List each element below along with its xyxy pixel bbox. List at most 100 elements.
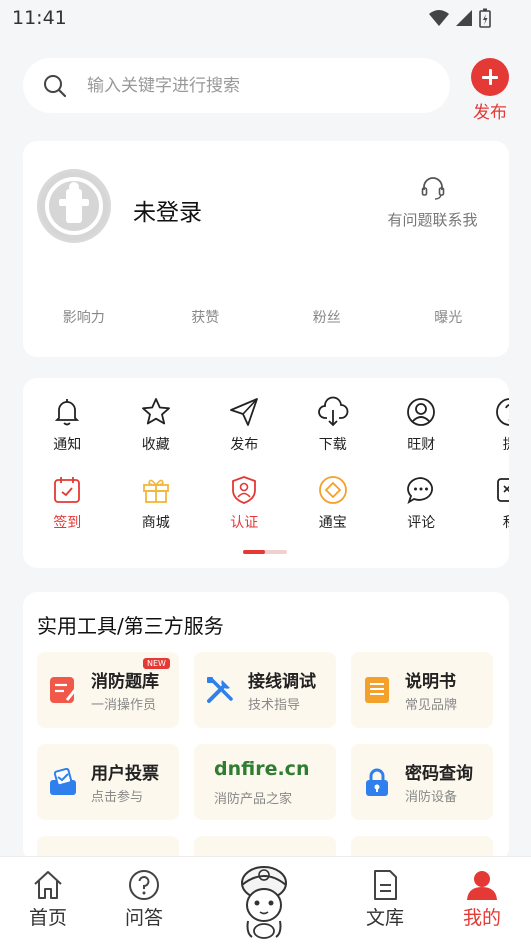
document-icon [374, 870, 397, 900]
coin-icon [318, 476, 347, 504]
status-icons [429, 8, 491, 28]
feature-grid: 通知 收藏 发布 下载 旺财 提 [23, 396, 509, 552]
stat-likes[interactable]: 获赞 [145, 307, 267, 327]
tool-subtitle: 技术指导 [248, 698, 301, 713]
search-input[interactable] [87, 75, 407, 96]
dnfire-logo: dnfire.cn [214, 758, 310, 780]
wifi-icon [429, 10, 449, 26]
stat-exposure[interactable]: 曝光 [388, 307, 510, 327]
feature-label: 提 [466, 434, 509, 454]
profile-stats: 影响力 获赞 粉丝 曝光 [23, 307, 509, 327]
tools-title: 实用工具/第三方服务 [37, 614, 224, 638]
contact-help-button[interactable]: 有问题联系我 [375, 175, 490, 230]
question-icon [495, 398, 509, 426]
user-icon [467, 871, 497, 900]
nav-label: 文库 [365, 907, 404, 929]
new-badge: NEW [143, 658, 170, 669]
bell-icon [55, 399, 80, 426]
feature-row: 签到 商城 认证 通宝 评论 私 [23, 474, 509, 552]
tool-subtitle: 一消操作员 [91, 698, 157, 713]
nav-qa[interactable]: 问答 [114, 869, 174, 930]
feature-checkin[interactable]: 签到 [23, 474, 112, 552]
bottom-nav: 首页 问答 文库 我的 [0, 856, 531, 944]
tool-fire-quiz[interactable]: 消防题库 一消操作员 NEW [37, 652, 179, 728]
tool-subtitle: 点击参与 [91, 790, 144, 805]
user-circle-icon [407, 398, 436, 426]
tool-manual[interactable]: 说明书 常见品牌 [351, 652, 493, 728]
calendar-check-icon [54, 477, 81, 503]
feature-wangcai[interactable]: 旺财 [377, 396, 466, 474]
avatar[interactable] [37, 169, 111, 243]
tool-subtitle: 常见品牌 [405, 698, 458, 713]
status-bar: 11:41 [0, 0, 531, 36]
tools-icon [207, 677, 233, 703]
stat-influence[interactable]: 影响力 [23, 307, 145, 327]
feature-label: 收藏 [141, 437, 170, 453]
status-time: 11:41 [12, 7, 67, 29]
feature-favorite[interactable]: 收藏 [112, 396, 201, 474]
send-icon [230, 398, 259, 426]
nav-home[interactable]: 首页 [18, 869, 78, 930]
feature-label: 通知 [53, 437, 82, 453]
page-indicator [243, 550, 287, 554]
page-indicator-active [243, 550, 265, 554]
tool-subtitle: 消防产品之家 [214, 792, 293, 807]
stat-fans[interactable]: 粉丝 [266, 307, 388, 327]
battery-icon [479, 8, 491, 28]
feature-comment[interactable]: 评论 [377, 474, 466, 552]
nav-label: 问答 [124, 907, 163, 929]
tool-dnfire[interactable]: dnfire.cn 消防产品之家 [194, 744, 336, 820]
feature-row: 通知 收藏 发布 下载 旺财 提 [23, 396, 509, 474]
tool-subtitle: 消防设备 [405, 790, 458, 805]
feature-label: 私 [466, 512, 509, 532]
login-status[interactable]: 未登录 [133, 193, 202, 227]
profile-card: 未登录 有问题联系我 影响力 获赞 粉丝 曝光 [23, 141, 509, 357]
feature-label: 下载 [318, 437, 347, 453]
shield-user-icon [232, 476, 257, 504]
question-icon [129, 870, 159, 900]
home-icon [34, 871, 62, 899]
feature-label: 发布 [230, 437, 259, 453]
features-card: 通知 收藏 发布 下载 旺财 提 [23, 378, 509, 568]
feature-mall[interactable]: 商城 [112, 474, 201, 552]
manual-icon [365, 677, 389, 703]
feature-coin[interactable]: 通宝 [289, 474, 378, 552]
message-icon [496, 478, 509, 502]
cloud-download-icon [317, 396, 349, 427]
publish-label: 发布 [473, 103, 507, 123]
nav-mascot-button[interactable] [232, 861, 296, 939]
vote-icon [50, 767, 76, 795]
quiz-icon [50, 677, 77, 703]
tool-password-lookup[interactable]: 密码查询 消防设备 [351, 744, 493, 820]
feature-private-message[interactable]: 私 [466, 474, 509, 552]
nav-library[interactable]: 文库 [355, 869, 415, 930]
search-icon [44, 74, 67, 97]
help-text: 有问题联系我 [387, 211, 478, 229]
feature-notify[interactable]: 通知 [23, 396, 112, 474]
feature-label: 认证 [230, 515, 259, 531]
tool-user-vote[interactable]: 用户投票 点击参与 [37, 744, 179, 820]
feature-certify[interactable]: 认证 [200, 474, 289, 552]
tool-title: 说明书 [405, 672, 456, 692]
feature-download[interactable]: 下载 [289, 396, 378, 474]
star-icon [141, 398, 170, 425]
signal-icon [456, 10, 472, 26]
plus-icon [471, 58, 509, 96]
nav-label: 我的 [462, 907, 501, 929]
firefighter-mascot-icon [241, 866, 287, 939]
nav-mine[interactable]: 我的 [452, 869, 512, 930]
feature-publish[interactable]: 发布 [200, 396, 289, 474]
feature-ask[interactable]: 提 [466, 396, 509, 474]
tool-title: 接线调试 [248, 672, 316, 692]
feature-label: 签到 [53, 515, 82, 531]
feature-label: 旺财 [407, 437, 436, 453]
tool-title: 用户投票 [91, 764, 159, 784]
feature-label: 评论 [407, 515, 436, 531]
search-bar[interactable] [23, 58, 450, 113]
nav-label: 首页 [28, 907, 67, 929]
comment-icon [407, 477, 434, 505]
gift-icon [142, 479, 169, 503]
publish-button[interactable]: 发布 [470, 58, 510, 123]
tools-card: 实用工具/第三方服务 消防题库 一消操作员 NEW 接线调试 技术指导 说明书 … [23, 592, 509, 862]
tool-wiring-debug[interactable]: 接线调试 技术指导 [194, 652, 336, 728]
